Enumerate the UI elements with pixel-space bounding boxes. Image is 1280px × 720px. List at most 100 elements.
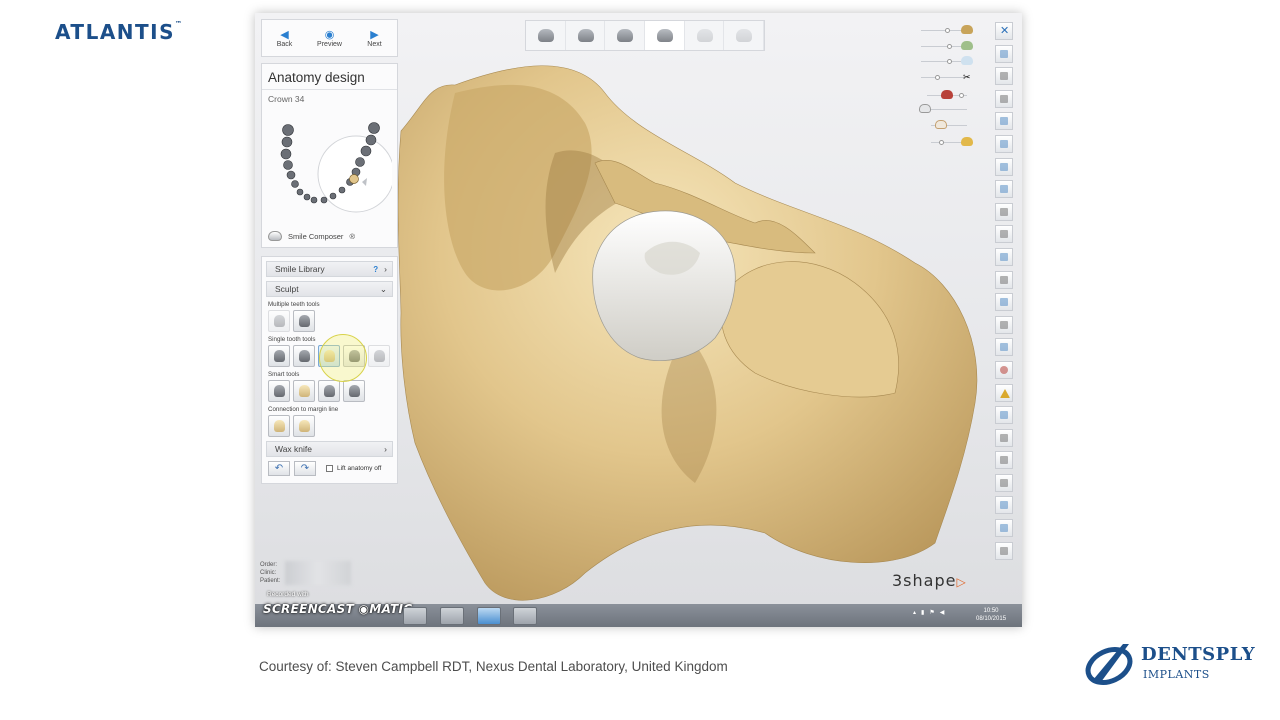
- camera-button[interactable]: [995, 428, 1013, 447]
- slider-track[interactable]: [927, 109, 967, 110]
- screencast-matic-watermark: SCREENCAST ◉MATIC: [263, 602, 412, 616]
- antagonist-icon: [961, 56, 973, 65]
- redo-icon: ↷: [300, 463, 310, 474]
- gingiva-icon: [961, 41, 973, 50]
- slider-track[interactable]: [921, 77, 963, 78]
- redo-button[interactable]: ↷: [294, 461, 316, 476]
- taskbar-scanner-app[interactable]: [440, 607, 464, 625]
- undo-redo-row: ↶ ↷ Lift anatomy off: [268, 461, 391, 476]
- preview-label: Preview: [317, 40, 342, 48]
- splines-button[interactable]: [995, 519, 1013, 538]
- chevron-right-icon: ›: [384, 444, 387, 454]
- color-map-button[interactable]: [995, 496, 1013, 515]
- volume-icon[interactable]: ◀: [940, 609, 945, 616]
- slider-knob[interactable]: [959, 93, 964, 98]
- slider-knob[interactable]: [947, 44, 952, 49]
- selected-tooth-34[interactable]: [349, 174, 359, 184]
- taskbar-3shape-app[interactable]: [513, 607, 537, 625]
- mesial-view-button[interactable]: [995, 225, 1013, 244]
- clip-button[interactable]: [995, 315, 1013, 334]
- wax-knife-section[interactable]: Wax knife ›: [266, 441, 393, 457]
- occlusal-view-button[interactable]: [995, 202, 1013, 221]
- contact-tool[interactable]: [368, 345, 390, 367]
- model-icon: [961, 25, 973, 34]
- slider-knob[interactable]: [935, 75, 940, 80]
- crown-34[interactable]: [592, 210, 736, 361]
- notes-button[interactable]: [995, 406, 1013, 425]
- fit-view-button[interactable]: [995, 44, 1013, 63]
- preview-step-button[interactable]: [685, 21, 725, 50]
- insertion-step-button[interactable]: [566, 21, 606, 50]
- gold-layer-icon: [961, 137, 973, 146]
- margin-connect-tool[interactable]: [268, 415, 290, 437]
- face-button[interactable]: [995, 360, 1013, 379]
- right-arrow-icon: ▶: [370, 28, 379, 41]
- record-icon: ◉: [358, 602, 370, 616]
- transform-tool[interactable]: [268, 345, 290, 367]
- cursor-highlight: [319, 334, 367, 382]
- slider-track[interactable]: [921, 61, 963, 62]
- measure-button[interactable]: [995, 293, 1013, 312]
- registered-mark: ®: [349, 231, 355, 241]
- smart-cusp-tool[interactable]: [268, 380, 290, 402]
- chevron-down-icon: ⌄: [379, 283, 387, 294]
- slider-track[interactable]: [921, 30, 963, 31]
- dental-arch-chart[interactable]: [270, 122, 392, 217]
- smart-fit-tool[interactable]: [293, 380, 315, 402]
- multiple-teeth-tools: [268, 310, 391, 332]
- view-back-button[interactable]: [995, 134, 1013, 153]
- trademark-mark: ™: [175, 20, 184, 28]
- finish-step-button[interactable]: [724, 21, 765, 50]
- slider-knob[interactable]: [939, 140, 944, 145]
- taskbar-clock[interactable]: 10:50 08/10/2015: [976, 607, 1006, 623]
- lift-anatomy-checkbox[interactable]: [326, 465, 333, 472]
- eye-icon: ◉: [324, 28, 335, 41]
- smile-composer-row[interactable]: Smile Composer ®: [268, 231, 355, 241]
- slider-knob[interactable]: [947, 59, 952, 64]
- preview-button[interactable]: ◉ Preview: [307, 20, 352, 56]
- courtesy-caption: Courtesy of: Steven Campbell RDT, Nexus …: [259, 659, 728, 674]
- slider-track[interactable]: [921, 46, 963, 47]
- view-front-button[interactable]: [995, 112, 1013, 131]
- margin-step-button[interactable]: [526, 21, 566, 50]
- wax-knife-label: Wax knife: [275, 444, 313, 454]
- taskbar-camera-app[interactable]: [403, 607, 427, 625]
- die-icon: [941, 90, 953, 99]
- smart-measure-tool[interactable]: [343, 380, 365, 402]
- cross-section-button[interactable]: [995, 247, 1013, 266]
- taskbar-blue-app[interactable]: [477, 607, 501, 625]
- order-label: Order:: [260, 562, 278, 568]
- tooth-view-button[interactable]: [995, 270, 1013, 289]
- view-left-button[interactable]: [995, 157, 1013, 176]
- smart-contact-tool[interactable]: [318, 380, 340, 402]
- warning-icon[interactable]: [995, 383, 1013, 402]
- network-icon[interactable]: ▮: [921, 609, 924, 616]
- settings-gear-button[interactable]: [995, 67, 1013, 86]
- flag-icon[interactable]: ⚑: [929, 609, 934, 616]
- slider-knob[interactable]: [945, 28, 950, 33]
- section-box-button[interactable]: [995, 338, 1013, 357]
- lift-anatomy-label: Lift anatomy off: [337, 465, 382, 472]
- multi-move-tool[interactable]: [268, 310, 290, 332]
- shield-button[interactable]: [995, 451, 1013, 470]
- back-button[interactable]: ◀ Back: [262, 20, 307, 56]
- abutment-step-button[interactable]: [605, 21, 646, 50]
- wax-tool[interactable]: [293, 345, 315, 367]
- view-right-button[interactable]: [995, 180, 1013, 199]
- smile-library-section[interactable]: Smile Library? ›: [266, 261, 393, 277]
- axis-button[interactable]: [995, 473, 1013, 492]
- cap-button[interactable]: [995, 89, 1013, 108]
- multiple-teeth-tools-label: Multiple teeth tools: [268, 301, 320, 308]
- next-button[interactable]: ▶ Next: [352, 20, 397, 56]
- arc-button[interactable]: [995, 541, 1013, 560]
- tray-arrow-icon[interactable]: ▴: [913, 609, 916, 616]
- help-icon[interactable]: ?: [373, 265, 378, 274]
- back-label: Back: [276, 40, 293, 48]
- undo-button[interactable]: ↶: [268, 461, 290, 476]
- close-view-button[interactable]: [995, 22, 1013, 40]
- sculpt-section[interactable]: Sculpt ⌄: [266, 281, 393, 297]
- crown-step-button[interactable]: [645, 21, 685, 50]
- anatomy-design-panel: Anatomy design Crown 34 Smile Composer ®: [261, 63, 398, 248]
- multi-sculpt-tool[interactable]: [293, 310, 315, 332]
- margin-adapt-tool[interactable]: [293, 415, 315, 437]
